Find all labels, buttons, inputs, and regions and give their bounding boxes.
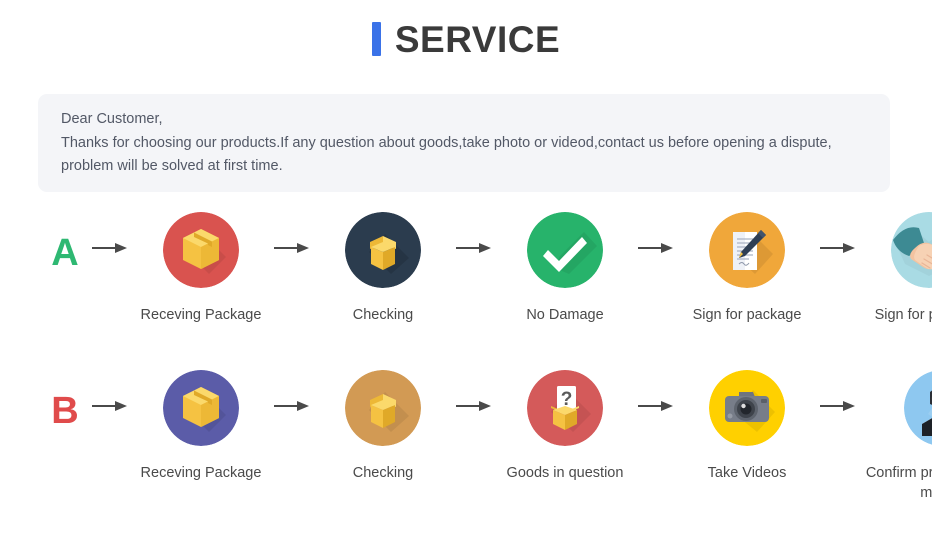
arrow-right-icon <box>632 212 680 255</box>
arrow-right-icon <box>86 212 134 255</box>
step-label: Checking <box>352 307 414 323</box>
support-agent-icon <box>904 370 932 446</box>
arrow-right-icon <box>814 212 862 255</box>
step-a-3: No Damage <box>498 212 632 325</box>
flow-label-b: B <box>51 390 79 432</box>
step-label: Checking <box>352 465 414 481</box>
arrow-right-icon <box>450 212 498 255</box>
camera-icon <box>709 370 785 446</box>
step-b-2: Checking <box>316 370 450 483</box>
step-a-1: Receving Package <box>134 212 268 325</box>
step-a-2: Checking <box>316 212 450 325</box>
open-box-icon <box>345 212 421 288</box>
package-box-icon <box>163 212 239 288</box>
handshake-icon <box>891 212 932 288</box>
step-b-4: Take Videos <box>680 370 814 483</box>
flow-row-b: B Receving Package Checking ? Goods in q… <box>0 370 932 503</box>
check-mark-icon <box>527 212 603 288</box>
step-label: Goods in question <box>506 465 624 481</box>
arrow-right-icon <box>814 370 862 413</box>
arrow-right-icon <box>450 370 498 413</box>
step-label: Sign for package <box>874 307 932 323</box>
page-title: SERVICE <box>0 0 932 60</box>
notice-line-2: Thanks for choosing our products.If any … <box>61 134 832 151</box>
step-b-5: Confirm problem,refund money <box>862 370 932 503</box>
step-label: Sign for package <box>692 307 802 323</box>
step-label: Confirm problem,refund money <box>865 465 932 501</box>
title-accent-bar <box>371 22 381 56</box>
package-box-icon <box>163 370 239 446</box>
flow-row-a: A Receving Package Checking No Damage Si… <box>0 212 932 325</box>
arrow-right-icon <box>632 370 680 413</box>
step-a-4: Sign for package <box>680 212 814 325</box>
question-box-icon: ? <box>527 370 603 446</box>
step-label: No Damage <box>526 307 604 323</box>
arrow-right-icon <box>268 370 316 413</box>
document-pen-icon <box>709 212 785 288</box>
step-label: Take Videos <box>707 465 787 481</box>
arrow-right-icon <box>268 212 316 255</box>
step-b-1: Receving Package <box>134 370 268 483</box>
notice-line-3: problem will be solved at first time. <box>61 158 283 174</box>
step-a-5: Sign for package <box>862 212 932 325</box>
customer-notice-box: Dear Customer, Thanks for choosing our p… <box>38 94 890 192</box>
step-label: Receving Package <box>140 307 262 323</box>
open-box-icon <box>345 370 421 446</box>
page-title-text: SERVICE <box>394 18 561 60</box>
step-b-3: ? Goods in question <box>498 370 632 483</box>
flow-label-a: A <box>51 232 79 274</box>
step-label: Receving Package <box>140 465 262 481</box>
arrow-right-icon <box>86 370 134 413</box>
notice-line-1: Dear Customer, <box>61 111 163 127</box>
